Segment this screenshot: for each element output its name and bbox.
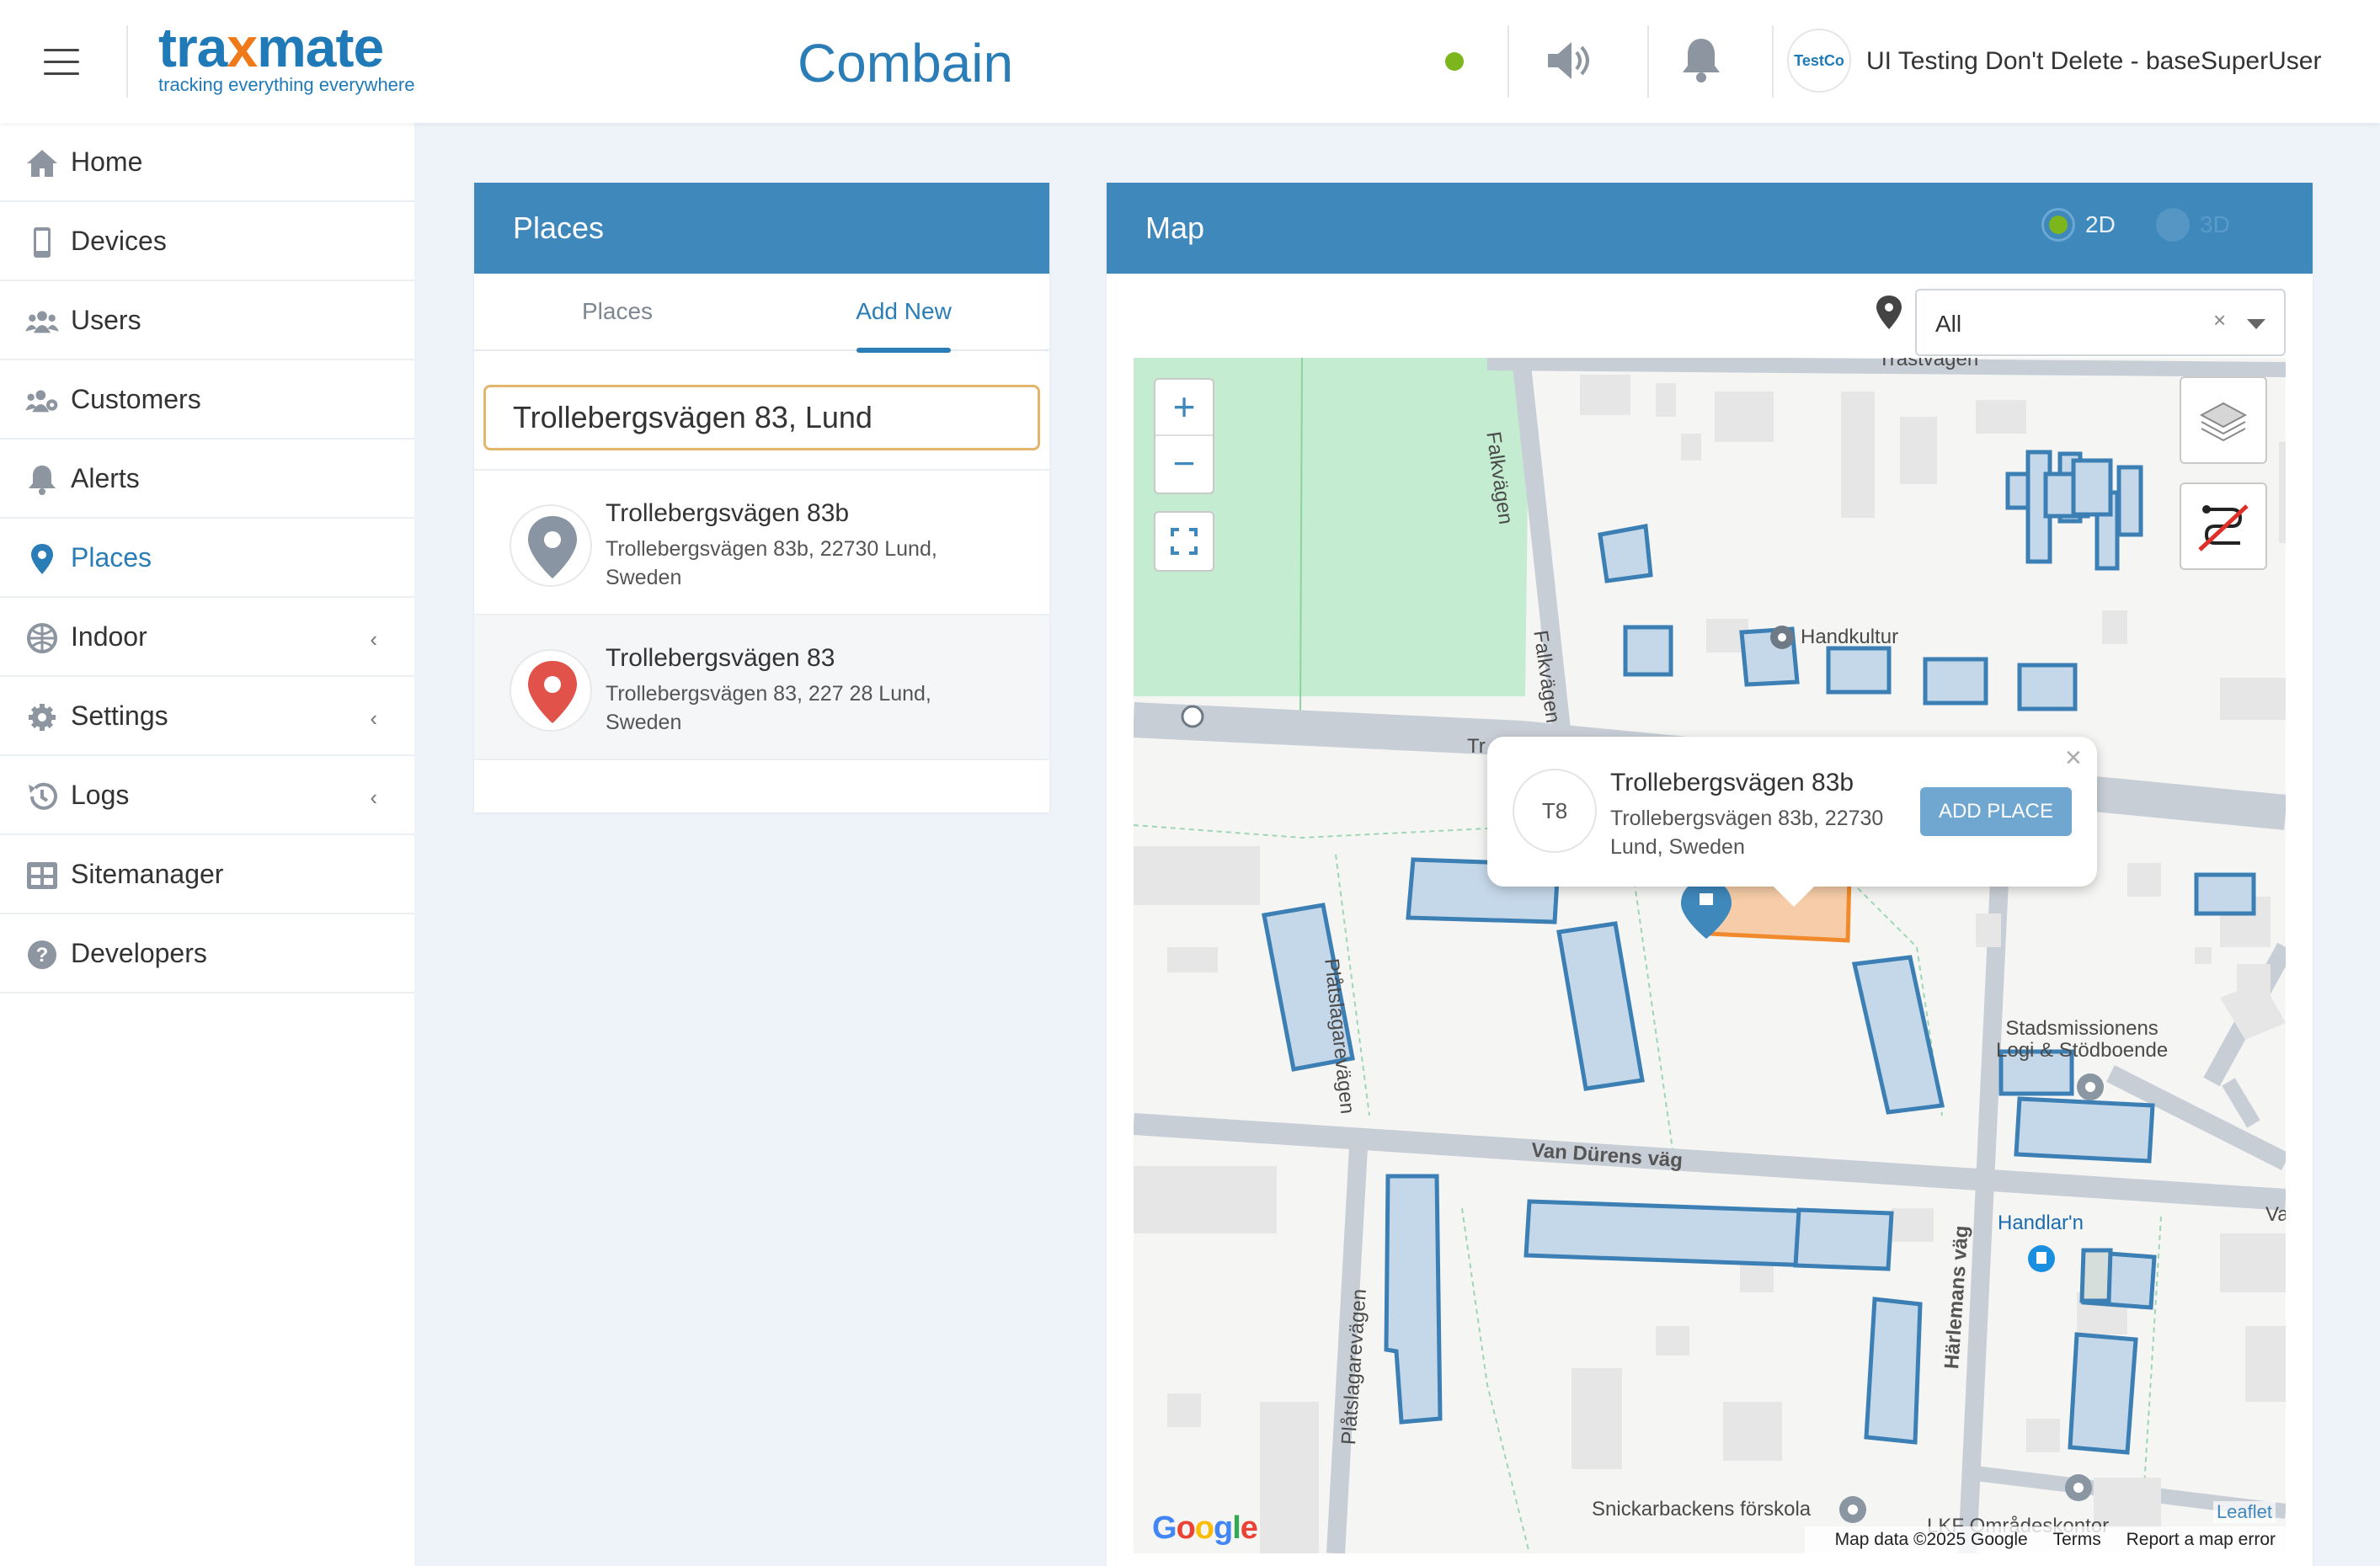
address-search-input[interactable]: [483, 385, 1040, 450]
search-result[interactable]: Trollebergsvägen 83 Trollebergsvägen 83,…: [474, 615, 1049, 760]
zoom-control: + −: [1154, 378, 1214, 494]
map-data-credit: Map data ©2025 Google: [1834, 1530, 2028, 1549]
sidebar-item-places[interactable]: Places: [0, 519, 414, 598]
result-title: Trollebergsvägen 83b: [606, 499, 850, 527]
status-dot: [1445, 52, 1464, 71]
pin-icon: [528, 516, 577, 578]
grid-icon: [27, 862, 57, 889]
search-wrap: [474, 351, 1049, 471]
map-panel-title: Map: [1107, 183, 2313, 274]
radio-selected-icon: [2041, 208, 2075, 242]
header-divider: [126, 25, 128, 98]
map-attribution: Map data ©2025 Google Terms Report a map…: [1804, 1526, 2286, 1553]
history-icon: [29, 782, 57, 810]
mode-3d-radio[interactable]: 3D: [2156, 208, 2230, 242]
result-subtitle: Trollebergsvägen 83, 227 28 Lund, Sweden: [606, 682, 931, 734]
app-title: Combain: [797, 33, 1014, 93]
popup-avatar: T8: [1513, 769, 1597, 853]
zoom-out-button[interactable]: −: [1155, 436, 1213, 493]
route-toggle-button[interactable]: [2180, 482, 2267, 570]
radio-unselected-icon: [2156, 208, 2190, 242]
fullscreen-button[interactable]: [1154, 511, 1214, 572]
sidebar-item-settings[interactable]: Settings ‹: [0, 677, 414, 756]
tab-places[interactable]: Places: [474, 274, 760, 351]
sidebar-item-users[interactable]: Users: [0, 281, 414, 360]
places-panel: Places Places Add New Trollebergsvägen 8…: [474, 183, 1049, 812]
place-popup: T8 Trollebergsvägen 83b Trollebergsvägen…: [1487, 737, 2097, 907]
menu-icon[interactable]: [44, 49, 79, 76]
chevron-left-icon: ‹: [370, 785, 377, 810]
sidebar-item-devices[interactable]: Devices: [0, 202, 414, 281]
map-canvas[interactable]: Trastvägen Falkvägen Falkvägen Handkultu…: [1134, 358, 2286, 1553]
chevron-down-icon[interactable]: [2247, 319, 2265, 329]
report-error-link[interactable]: Report a map error: [2127, 1530, 2276, 1549]
leaflet-link[interactable]: Leaflet: [2212, 1501, 2276, 1523]
pin-icon: [528, 661, 577, 723]
home-icon: [27, 150, 57, 177]
avatar[interactable]: TestCo: [1787, 29, 1851, 93]
chevron-left-icon: ‹: [370, 626, 377, 652]
gear-icon: [29, 704, 56, 731]
header-divider: [1508, 25, 1509, 98]
place-filter-select[interactable]: All ×: [1915, 289, 2286, 356]
route-off-icon: [2198, 504, 2249, 551]
sidebar-item-home[interactable]: Home: [0, 123, 414, 202]
globe-icon: [27, 623, 57, 653]
sidebar: Home Devices Users Customers Alerts Plac…: [0, 123, 414, 1566]
popup-title: Trollebergsvägen 83b: [1610, 769, 1854, 796]
device-icon: [34, 227, 51, 258]
layers-icon: [2199, 402, 2248, 442]
result-title: Trollebergsvägen 83: [606, 644, 835, 672]
result-avatar: [510, 504, 592, 587]
zoom-in-button[interactable]: +: [1155, 380, 1213, 436]
google-logo: Google: [1152, 1510, 1258, 1546]
traxmate-logo[interactable]: traxmate tracking everything everywhere: [158, 17, 414, 96]
sidebar-item-developers[interactable]: ? Developers: [0, 914, 414, 993]
sidebar-item-customers[interactable]: Customers: [0, 360, 414, 439]
header-divider: [1647, 25, 1649, 98]
layers-button[interactable]: [2180, 376, 2267, 464]
sidebar-item-alerts[interactable]: Alerts: [0, 439, 414, 519]
map-filter-row: All ×: [1107, 274, 2313, 360]
pin-icon: [1876, 296, 1902, 329]
sidebar-item-sitemanager[interactable]: Sitemanager: [0, 835, 414, 914]
pin-icon: [31, 544, 53, 574]
tab-add-new[interactable]: Add New: [760, 274, 1047, 353]
popup-subtitle: Trollebergsvägen 83b, 22730 Lund, Sweden: [1610, 807, 1884, 859]
user-name[interactable]: UI Testing Don't Delete - baseSuperUser: [1866, 47, 2321, 76]
places-tabs: Places Add New: [474, 274, 1049, 353]
bus-stop-icon: [1181, 705, 1204, 728]
mode-2d-radio[interactable]: 2D: [2041, 208, 2116, 242]
result-subtitle: Trollebergsvägen 83b, 22730 Lund, Sweden: [606, 537, 937, 589]
map-base-layer: [1134, 358, 2286, 1553]
bell-icon[interactable]: [1676, 35, 1726, 86]
fullscreen-icon: [1171, 528, 1198, 555]
help-icon: ?: [28, 940, 56, 969]
terms-link[interactable]: Terms: [2053, 1530, 2101, 1549]
bell-icon: [29, 466, 56, 495]
svg-text:?: ?: [36, 944, 49, 967]
sidebar-item-logs[interactable]: Logs ‹: [0, 756, 414, 835]
speaker-icon[interactable]: [1543, 35, 1593, 86]
add-place-button[interactable]: ADD PLACE: [1920, 787, 2072, 836]
users-icon: [25, 311, 59, 333]
sidebar-item-indoor[interactable]: Indoor ‹: [0, 598, 414, 677]
close-icon[interactable]: ×: [2065, 742, 2082, 775]
chevron-left-icon: ‹: [370, 706, 377, 731]
header-divider: [1772, 25, 1774, 98]
customers-icon: [25, 390, 58, 413]
result-avatar: [510, 649, 592, 732]
clear-icon[interactable]: ×: [2213, 307, 2226, 333]
search-result[interactable]: Trollebergsvägen 83b Trollebergsvägen 83…: [474, 471, 1049, 615]
app-header: traxmate tracking everything everywhere …: [0, 0, 2380, 123]
places-panel-title: Places: [474, 183, 1049, 274]
